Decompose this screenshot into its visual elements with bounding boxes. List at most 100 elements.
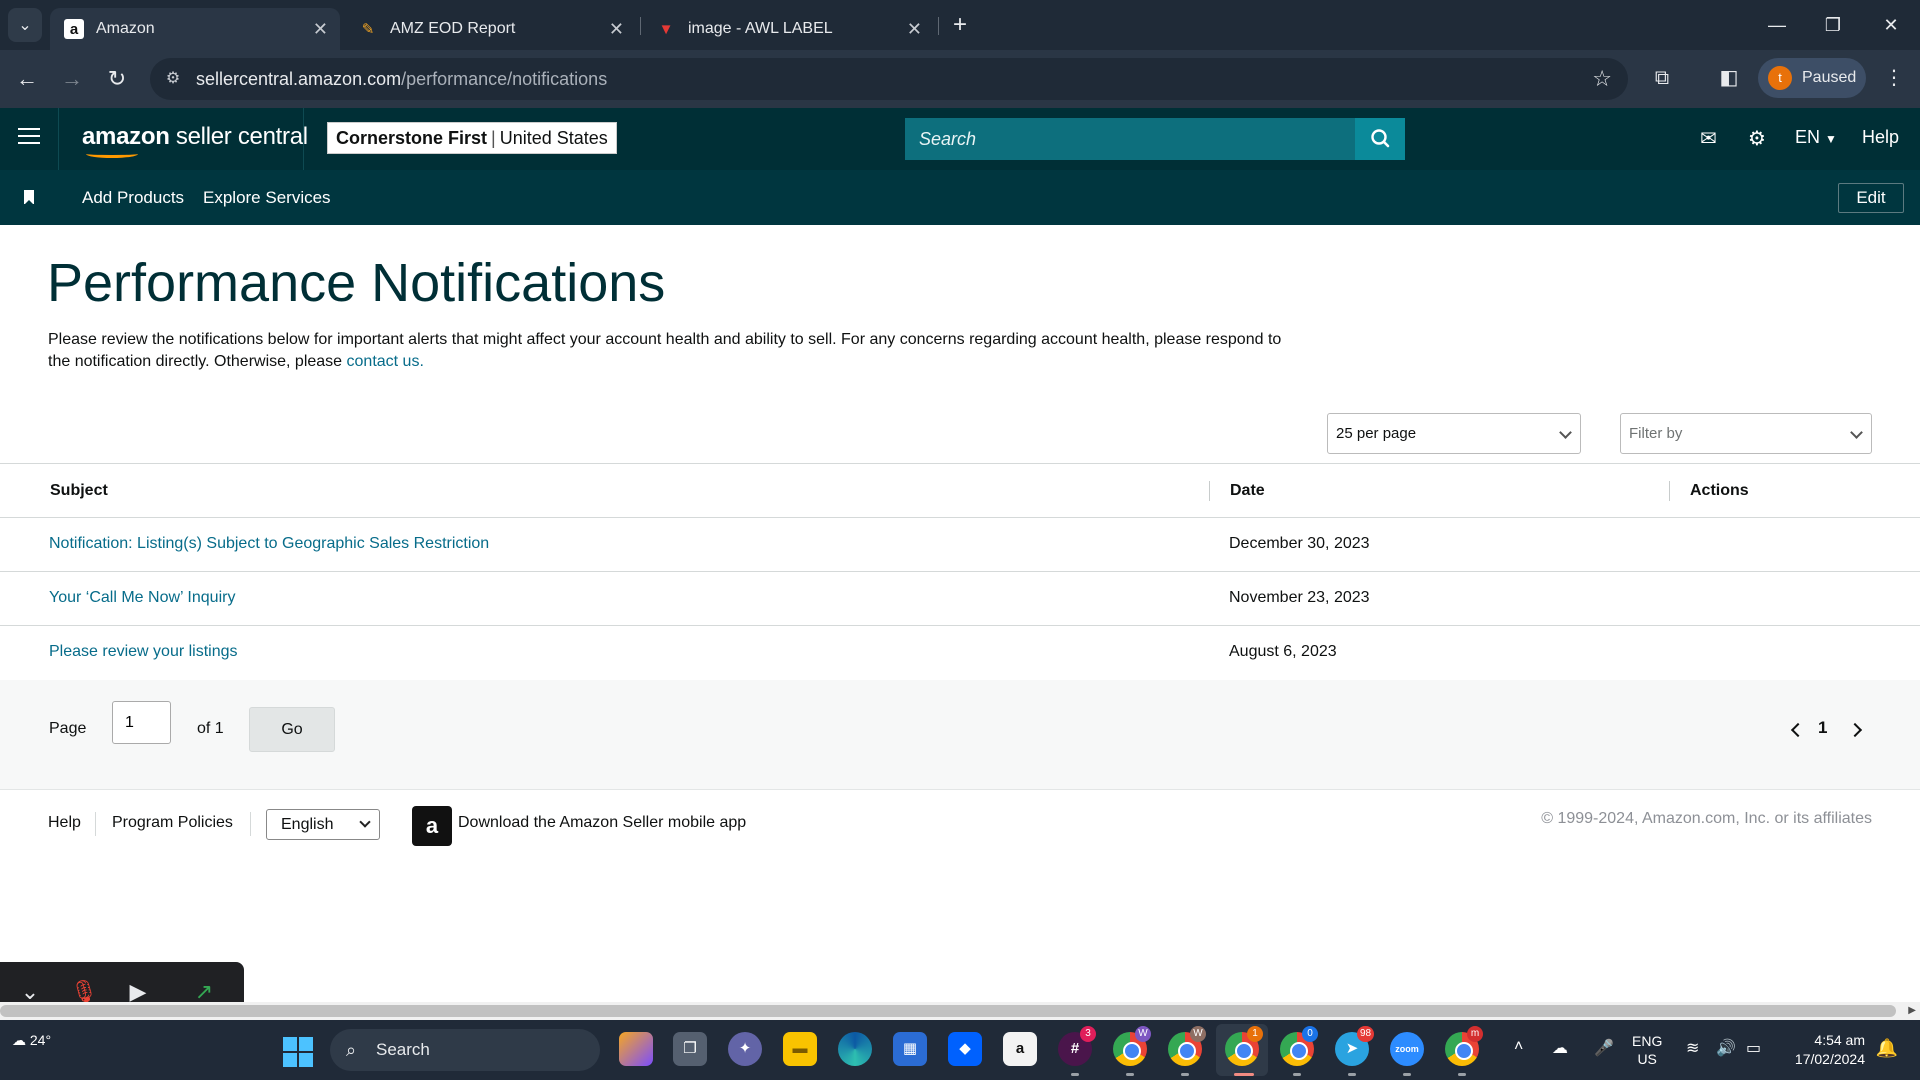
footer-divider bbox=[95, 812, 96, 836]
notification-subject-link[interactable]: Notification: Listing(s) Subject to Geog… bbox=[49, 535, 489, 553]
table-header: Subject Date Actions bbox=[0, 464, 1920, 518]
profile-badge: m bbox=[1467, 1026, 1483, 1042]
notification-badge: 3 bbox=[1080, 1026, 1096, 1042]
seller-central-header: amazon seller central Cornerstone First … bbox=[0, 108, 1920, 170]
download-app-link[interactable]: Download the Amazon Seller mobile app bbox=[458, 814, 746, 832]
notification-subject-link[interactable]: Please review your listings bbox=[49, 643, 238, 661]
go-button[interactable]: Go bbox=[249, 707, 335, 752]
horizontal-scrollbar[interactable]: ▶ bbox=[0, 1002, 1920, 1020]
current-page-number[interactable]: 1 bbox=[1818, 718, 1827, 738]
notification-subject-link[interactable]: Your ‘Call Me Now’ Inquiry bbox=[49, 589, 235, 607]
per-page-select[interactable]: 25 per page bbox=[1327, 413, 1581, 454]
input-language-indicator[interactable]: ENG US bbox=[1632, 1032, 1662, 1068]
windows-start-icon[interactable] bbox=[283, 1037, 313, 1067]
contact-us-link[interactable]: contact us. bbox=[347, 353, 424, 370]
url-text: sellercentral.amazon.com/performance/not… bbox=[196, 69, 607, 90]
file-explorer-icon[interactable]: ▬ bbox=[783, 1032, 817, 1066]
amazon-smile-icon bbox=[86, 150, 138, 158]
weather-temp: 24° bbox=[29, 1032, 52, 1048]
seller-central-logo[interactable]: amazon seller central bbox=[82, 123, 308, 158]
column-header-subject[interactable]: Subject bbox=[50, 482, 108, 500]
footer-divider bbox=[250, 812, 251, 836]
forward-arrow-icon[interactable]: → bbox=[57, 64, 87, 94]
volume-icon[interactable]: 🔊 bbox=[1716, 1038, 1736, 1058]
back-arrow-icon[interactable]: ← bbox=[12, 64, 42, 94]
new-tab-icon[interactable]: + bbox=[946, 11, 974, 39]
microphone-icon[interactable]: 🎤 bbox=[1594, 1038, 1614, 1058]
notification-date: November 23, 2023 bbox=[1229, 589, 1370, 606]
tab-search-button[interactable]: ⌄ bbox=[8, 8, 42, 42]
close-tab-icon[interactable]: ✕ bbox=[907, 19, 922, 40]
running-indicator bbox=[1293, 1073, 1301, 1076]
amazon-app-icon[interactable]: a bbox=[1003, 1032, 1037, 1066]
bookmark-icon[interactable] bbox=[24, 190, 34, 205]
running-indicator bbox=[1403, 1073, 1411, 1076]
filter-select[interactable]: Filter by bbox=[1620, 413, 1872, 454]
footer-help-link[interactable]: Help bbox=[48, 814, 81, 832]
page-count-label: of 1 bbox=[197, 720, 224, 737]
taskbar-search[interactable]: ⌕ Search bbox=[330, 1029, 600, 1071]
close-tab-icon[interactable]: ✕ bbox=[609, 19, 624, 40]
add-products-link[interactable]: Add Products bbox=[82, 188, 184, 208]
secondary-nav: Add Products Explore Services Edit bbox=[0, 170, 1920, 225]
profile-button[interactable]: t Paused bbox=[1758, 58, 1866, 98]
weather-widget[interactable]: ☁ 24° bbox=[12, 1032, 51, 1049]
header-divider bbox=[303, 108, 304, 170]
microsoft-store-icon[interactable]: ▦ bbox=[893, 1032, 927, 1066]
teams-chat-icon[interactable]: ✦ bbox=[728, 1032, 762, 1066]
search-button[interactable] bbox=[1355, 118, 1405, 160]
help-link[interactable]: Help bbox=[1862, 127, 1899, 148]
column-header-date[interactable]: Date bbox=[1230, 482, 1265, 500]
close-window-icon[interactable]: ✕ bbox=[1876, 10, 1906, 40]
footer-language-select[interactable]: English bbox=[266, 809, 380, 840]
gear-icon[interactable]: ⚙ bbox=[1748, 126, 1766, 151]
page-label: Page bbox=[49, 720, 87, 737]
chevron-up-icon[interactable]: ˄ bbox=[1514, 1038, 1523, 1056]
battery-icon[interactable]: ▭ bbox=[1746, 1038, 1761, 1058]
search-input[interactable] bbox=[905, 118, 1355, 160]
zoom-icon[interactable]: zoom bbox=[1390, 1032, 1424, 1066]
tab-divider bbox=[640, 17, 641, 35]
url-path: /performance/notifications bbox=[401, 69, 608, 89]
close-tab-icon[interactable]: ✕ bbox=[313, 19, 328, 40]
browser-tab-awl-label[interactable]: ▼ image - AWL LABEL ✕ bbox=[642, 8, 934, 50]
pagination-bar: Page of 1 Go 1 bbox=[0, 680, 1920, 790]
edit-button[interactable]: Edit bbox=[1838, 183, 1904, 213]
reload-icon[interactable]: ↻ bbox=[102, 64, 132, 94]
notification-bell-icon[interactable]: 🔔 bbox=[1876, 1038, 1898, 1059]
language-selector[interactable]: EN ▼ bbox=[1795, 127, 1837, 148]
browser-tab-eod-report[interactable]: ✎ AMZ EOD Report ✕ bbox=[344, 8, 636, 50]
column-header-actions: Actions bbox=[1690, 482, 1749, 499]
brand-amazon: amazon bbox=[82, 123, 170, 150]
side-panel-icon[interactable]: ◧ bbox=[1715, 64, 1743, 92]
browser-tab-amazon[interactable]: a Amazon ✕ bbox=[50, 8, 340, 50]
minimize-icon[interactable]: — bbox=[1762, 10, 1792, 40]
scroll-right-icon[interactable]: ▶ bbox=[1908, 1005, 1916, 1016]
explore-services-link[interactable]: Explore Services bbox=[203, 188, 331, 208]
extensions-icon[interactable]: ⧉ bbox=[1648, 64, 1676, 92]
copilot-icon[interactable] bbox=[619, 1032, 653, 1066]
store-switcher[interactable]: Cornerstone First | United States bbox=[327, 122, 617, 154]
dropbox-icon[interactable]: ◆ bbox=[948, 1032, 982, 1066]
mail-icon[interactable]: ✉ bbox=[1700, 126, 1717, 151]
per-page-value: 25 per page bbox=[1336, 425, 1417, 442]
address-bar[interactable]: ⚙ sellercentral.amazon.com/performance/n… bbox=[150, 58, 1628, 100]
next-page-icon[interactable] bbox=[1847, 722, 1863, 738]
page-number-input[interactable] bbox=[112, 701, 171, 744]
site-settings-icon[interactable]: ⚙ bbox=[162, 68, 184, 90]
bookmark-star-icon[interactable]: ☆ bbox=[1592, 66, 1612, 92]
browser-toolbar: ← → ↻ ⚙ sellercentral.amazon.com/perform… bbox=[0, 50, 1920, 108]
scrollbar-thumb[interactable] bbox=[0, 1005, 1896, 1017]
program-policies-link[interactable]: Program Policies bbox=[112, 814, 233, 832]
onedrive-icon[interactable]: ☁ bbox=[1552, 1038, 1568, 1058]
edge-browser-icon[interactable] bbox=[838, 1032, 872, 1066]
wifi-icon[interactable]: ≋ bbox=[1686, 1038, 1699, 1058]
more-menu-icon[interactable]: ⋮ bbox=[1880, 64, 1908, 92]
system-clock[interactable]: 4:54 am 17/02/2024 bbox=[1795, 1031, 1865, 1069]
amazon-seller-app-icon[interactable]: a bbox=[412, 806, 452, 846]
task-view-icon[interactable]: ❐ bbox=[673, 1032, 707, 1066]
previous-page-icon[interactable] bbox=[1790, 722, 1806, 738]
restore-icon[interactable]: ❐ bbox=[1818, 10, 1848, 40]
page-footer: Help Program Policies English a Download… bbox=[0, 790, 1920, 1005]
menu-icon[interactable] bbox=[18, 128, 40, 146]
